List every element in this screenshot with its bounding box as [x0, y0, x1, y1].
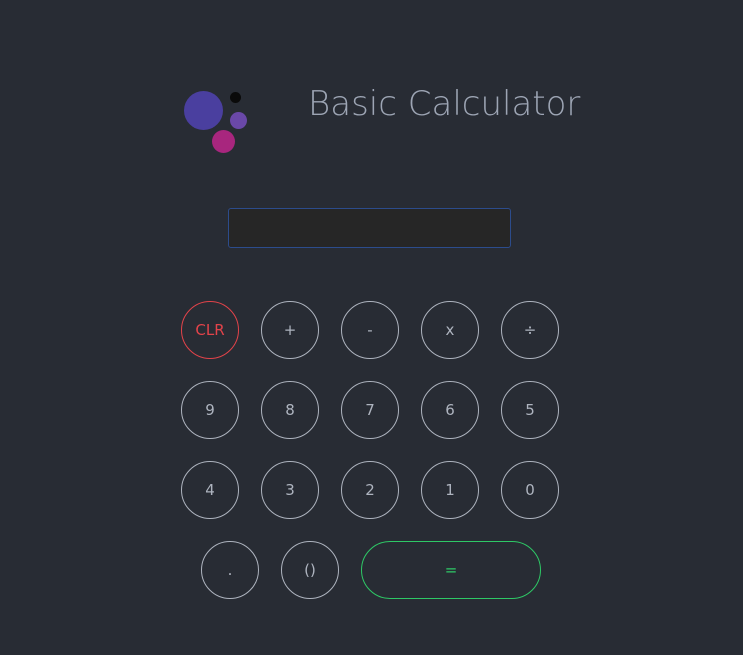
logo-pink-dot [212, 130, 235, 153]
logo-small-black-dot [230, 92, 241, 103]
plus-button[interactable]: + [261, 301, 319, 359]
digit-6-button[interactable]: 6 [421, 381, 479, 439]
logo-bubbles-icon [180, 88, 252, 158]
multiply-button[interactable]: x [421, 301, 479, 359]
decimal-button[interactable]: . [201, 541, 259, 599]
logo-big-dot [184, 91, 223, 130]
page-title: Basic Calculator [308, 84, 581, 124]
digit-9-button[interactable]: 9 [181, 381, 239, 439]
minus-button[interactable]: - [341, 301, 399, 359]
digit-7-button[interactable]: 7 [341, 381, 399, 439]
calculator-display[interactable] [228, 208, 511, 248]
digit-2-button[interactable]: 2 [341, 461, 399, 519]
parentheses-button[interactable]: () [281, 541, 339, 599]
digit-8-button[interactable]: 8 [261, 381, 319, 439]
logo-medium-dot [230, 112, 247, 129]
equals-button[interactable]: = [361, 541, 541, 599]
calculator-page: Basic Calculator CLR + - x ÷ 9 8 7 6 5 4… [0, 0, 743, 655]
divide-button[interactable]: ÷ [501, 301, 559, 359]
digit-4-button[interactable]: 4 [181, 461, 239, 519]
digit-5-button[interactable]: 5 [501, 381, 559, 439]
digit-3-button[interactable]: 3 [261, 461, 319, 519]
clear-button[interactable]: CLR [181, 301, 239, 359]
digit-1-button[interactable]: 1 [421, 461, 479, 519]
digit-0-button[interactable]: 0 [501, 461, 559, 519]
